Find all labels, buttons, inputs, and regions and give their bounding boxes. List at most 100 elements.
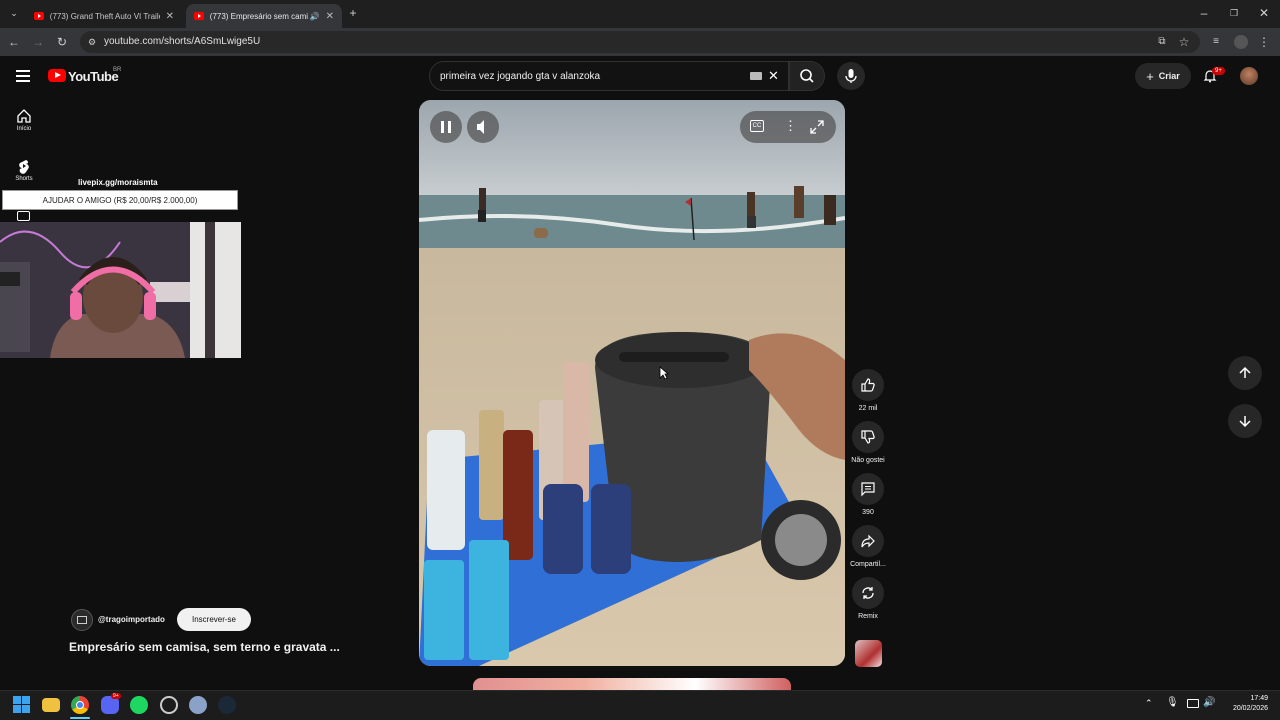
- volume-tray-icon[interactable]: 🔊: [1203, 697, 1215, 708]
- sidebar-item-home[interactable]: Início: [8, 108, 40, 132]
- subscriptions-icon[interactable]: [17, 211, 30, 221]
- windows-start-icon[interactable]: [13, 696, 31, 714]
- more-options-icon[interactable]: ⋮: [784, 118, 797, 134]
- thumbs-up-icon: [861, 378, 875, 392]
- minimize-icon[interactable]: –: [1196, 5, 1212, 21]
- close-tab-icon[interactable]: ✕: [166, 11, 174, 22]
- sidebar-item-shorts[interactable]: Shorts: [8, 158, 40, 182]
- volume-icon: [477, 120, 484, 134]
- keyboard-icon[interactable]: [750, 72, 762, 80]
- next-short-button[interactable]: [1228, 404, 1262, 438]
- comment-icon: [861, 482, 875, 497]
- network-icon[interactable]: [1187, 699, 1199, 708]
- tab-title: (773) Empresário sem cami: [209, 11, 308, 21]
- webcam-scene-image: [0, 222, 241, 358]
- url-text[interactable]: youtube.com/shorts/A6SmLwige5U: [104, 36, 260, 47]
- back-icon[interactable]: ←: [6, 34, 22, 50]
- donation-goal-bar: AJUDAR O AMIGO (R$ 20,00/R$ 2.000,00): [2, 190, 238, 210]
- clock-time: 17:49: [1250, 695, 1268, 702]
- tray-overflow-icon[interactable]: ⌃: [1145, 698, 1153, 709]
- channel-name[interactable]: @tragoimportado: [98, 615, 165, 624]
- install-app-icon[interactable]: ⧉: [1154, 34, 1170, 50]
- media-control-icon[interactable]: ≡: [1208, 34, 1224, 50]
- notification-badge: 9+: [1212, 67, 1225, 75]
- thumbs-down-icon: [861, 430, 875, 444]
- arrow-down-icon: [1239, 416, 1251, 428]
- search-button[interactable]: [789, 61, 825, 91]
- restore-icon[interactable]: ❐: [1226, 5, 1242, 21]
- fullscreen-icon[interactable]: [810, 120, 824, 134]
- remix-button[interactable]: Remix: [845, 577, 891, 620]
- share-label: Compartil...: [850, 561, 886, 568]
- dislike-button[interactable]: Não gostei: [845, 421, 891, 464]
- mouse-cursor-icon: [659, 366, 669, 380]
- tab-gta-trailer[interactable]: (773) Grand Theft Auto VI Traile ✕: [26, 4, 182, 28]
- youtube-logo-text[interactable]: YouTube: [68, 69, 119, 84]
- share-icon: [861, 534, 875, 548]
- next-short-preview[interactable]: [473, 678, 791, 690]
- new-tab-icon[interactable]: +: [345, 5, 361, 21]
- comment-count: 390: [862, 509, 874, 516]
- tab-title: (773) Grand Theft Auto VI Traile: [49, 11, 160, 21]
- like-button[interactable]: 22 mil: [845, 369, 891, 412]
- tray-mic-icon[interactable]: 🎙: [1166, 697, 1179, 708]
- home-icon: [17, 109, 31, 123]
- microphone-icon: [845, 69, 857, 83]
- clear-search-icon[interactable]: ✕: [768, 68, 779, 84]
- subscribe-button[interactable]: Inscrever-se: [177, 608, 251, 631]
- share-button[interactable]: Compartil...: [845, 525, 891, 568]
- reload-icon[interactable]: ↻: [54, 34, 70, 50]
- create-label: Criar: [1158, 71, 1180, 81]
- close-window-icon[interactable]: ✕: [1256, 5, 1272, 21]
- remix-label: Remix: [858, 613, 878, 620]
- like-count: 22 mil: [858, 405, 878, 412]
- captions-icon[interactable]: CC: [750, 120, 764, 132]
- hamburger-menu-icon[interactable]: [16, 70, 30, 82]
- plus-icon: +: [1146, 68, 1154, 84]
- discord-badge: 9+: [111, 693, 121, 699]
- sidebar-label: Shorts: [15, 176, 33, 182]
- sound-thumbnail[interactable]: [855, 640, 882, 667]
- region-code: BR: [113, 67, 122, 73]
- pause-button[interactable]: [430, 111, 462, 143]
- system-clock[interactable]: 17:49 20/02/2026: [1222, 694, 1268, 714]
- spotify-icon[interactable]: [130, 696, 148, 714]
- chrome-icon[interactable]: [71, 696, 89, 714]
- obs-icon[interactable]: [160, 696, 178, 714]
- youtube-favicon-icon: [34, 12, 44, 20]
- site-info-icon[interactable]: ⚙: [84, 34, 100, 50]
- browser-tab-bar: ⌄ (773) Grand Theft Auto VI Traile ✕ (77…: [0, 0, 1280, 28]
- active-app-indicator: [70, 717, 90, 719]
- forward-icon[interactable]: →: [30, 34, 46, 50]
- previous-short-button[interactable]: [1228, 356, 1262, 390]
- youtube-favicon-icon: [194, 12, 204, 20]
- channel-avatar[interactable]: [71, 609, 93, 631]
- profile-avatar[interactable]: [1234, 35, 1248, 49]
- search-input-value[interactable]: primeira vez jogando gta v alanzoka: [440, 71, 600, 82]
- youtube-logo-icon[interactable]: [48, 69, 66, 82]
- file-explorer-icon[interactable]: [42, 698, 60, 712]
- speaker-icon[interactable]: 🔊: [310, 12, 320, 21]
- short-video-player[interactable]: CC ⋮: [419, 100, 845, 666]
- short-title[interactable]: Empresário sem camisa, sem terno e grava…: [69, 640, 340, 654]
- voice-search-button[interactable]: [837, 62, 865, 90]
- comments-button[interactable]: 390: [845, 473, 891, 516]
- tab-search-icon[interactable]: ⌄: [6, 5, 22, 21]
- browser-menu-icon[interactable]: ⋮: [1256, 34, 1272, 50]
- bookmark-star-icon[interactable]: ☆: [1176, 34, 1192, 50]
- dislike-label: Não gostei: [851, 457, 885, 464]
- sidebar-label: Início: [16, 126, 32, 132]
- arrow-up-icon: [1239, 366, 1251, 378]
- video-frame-image: [419, 100, 845, 666]
- search-icon: [800, 69, 814, 83]
- streamer-webcam: [0, 222, 241, 358]
- close-tab-icon[interactable]: ✕: [326, 11, 334, 22]
- steam-icon[interactable]: [218, 696, 236, 714]
- shorts-icon: [19, 160, 29, 174]
- player-controls-group: CC ⋮: [740, 111, 836, 143]
- volume-button[interactable]: [467, 111, 499, 143]
- create-button[interactable]: + Criar: [1135, 63, 1191, 89]
- tab-empresario[interactable]: (773) Empresário sem cami 🔊 ✕: [186, 4, 342, 28]
- account-avatar[interactable]: [1240, 67, 1258, 85]
- settings-icon[interactable]: [189, 696, 207, 714]
